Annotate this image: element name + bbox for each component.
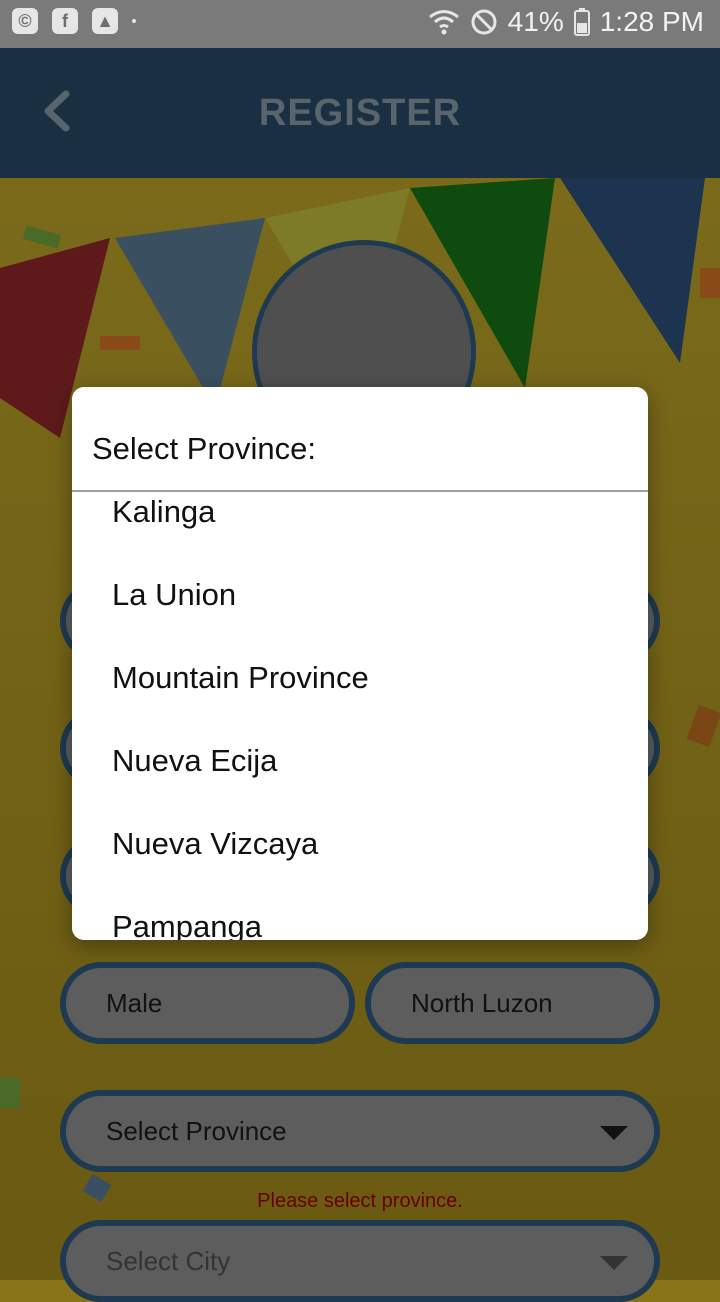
- province-option-nueva-vizcaya[interactable]: Nueva Vizcaya: [112, 826, 318, 862]
- province-options-list[interactable]: Kalinga La Union Mountain Province Nueva…: [72, 492, 648, 940]
- dialog-title: Select Province:: [92, 431, 316, 466]
- province-option-pampanga[interactable]: Pampanga: [112, 909, 262, 940]
- province-option-kalinga[interactable]: Kalinga: [112, 494, 215, 530]
- province-option-nueva-ecija[interactable]: Nueva Ecija: [112, 743, 277, 779]
- province-option-la-union[interactable]: La Union: [112, 577, 236, 613]
- province-picker-dialog: Select Province: Kalinga La Union Mounta…: [72, 387, 648, 940]
- province-option-mountain-province[interactable]: Mountain Province: [112, 660, 369, 696]
